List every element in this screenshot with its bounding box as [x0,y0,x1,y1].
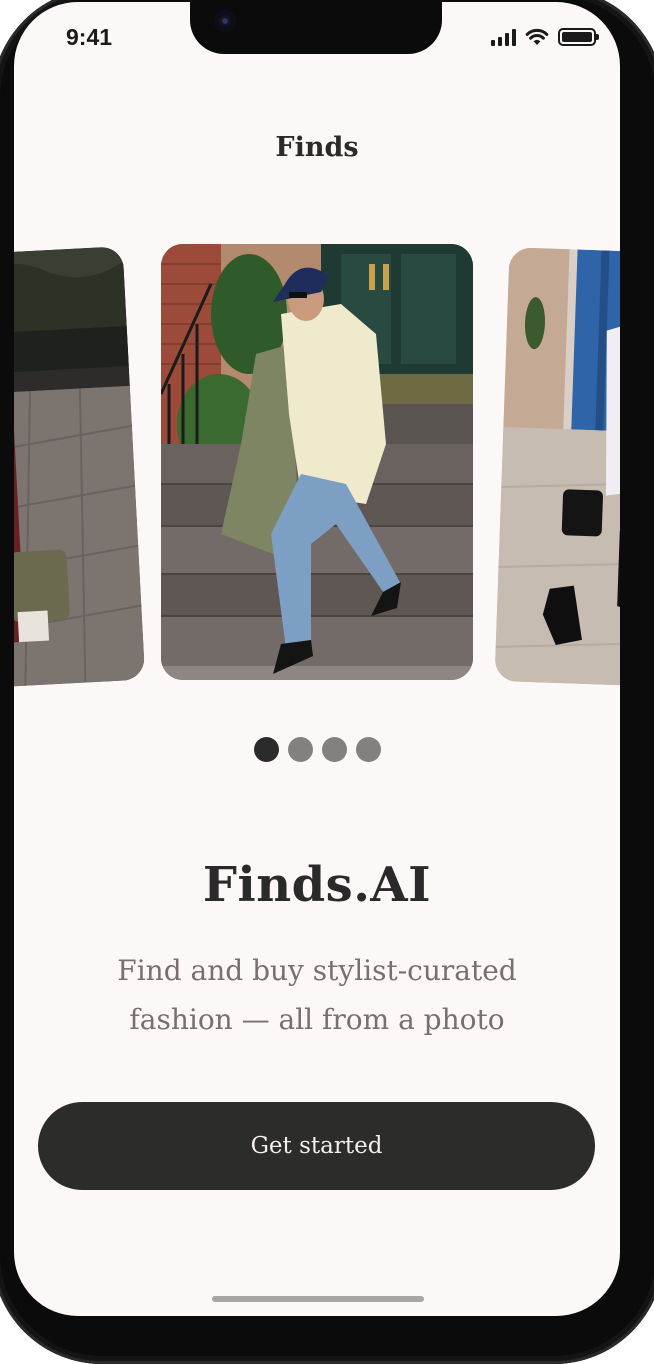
pagination-dot-1[interactable] [253,737,279,762]
pagination-dot-2[interactable] [287,737,313,762]
tagline: Find and buy stylist-curated fashion — a… [117,954,517,1036]
pagination-dot-4[interactable] [355,737,381,762]
get-started-button[interactable]: Get started [38,1102,595,1190]
carousel-card-center[interactable] [161,244,473,680]
brand-title: Finds.AI [202,857,432,913]
street-style-photo-right [494,247,620,687]
street-style-photo-center [161,244,473,680]
photo-carousel[interactable] [14,2,620,702]
phone-frame: 9:41 Finds Finds.AI Find and buy stylist… [0,0,654,1364]
pagination-dot-3[interactable] [321,737,347,762]
carousel-card-left[interactable] [14,246,146,688]
home-indicator[interactable] [212,1296,424,1302]
carousel-card-right[interactable] [494,247,620,687]
app-screen: 9:41 Finds Finds.AI Find and buy stylist… [14,2,620,1316]
carousel-pagination [14,737,620,762]
street-style-photo-left [14,246,146,688]
